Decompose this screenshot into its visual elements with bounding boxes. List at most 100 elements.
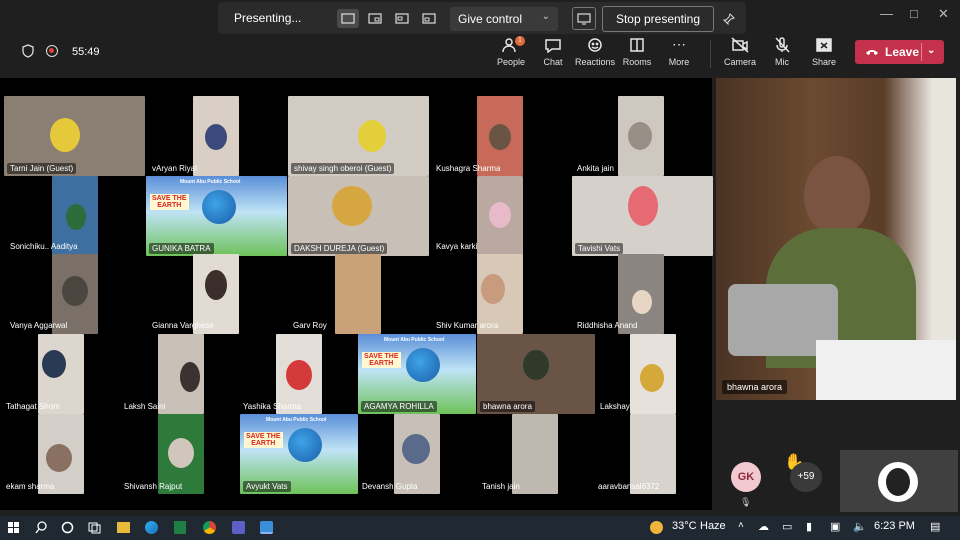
weather-temp[interactable]: 33°C: [672, 520, 697, 532]
mic-off-icon: [762, 37, 802, 55]
weather-text[interactable]: Haze: [700, 520, 726, 532]
cortana-icon[interactable]: [61, 521, 74, 534]
participant-tile[interactable]: Mount Abu Public School SAVE THE EARTH AG…: [358, 334, 476, 414]
reactions-icon: [575, 37, 615, 55]
participant-tile[interactable]: DAKSH DUREJA (Guest): [288, 176, 429, 256]
participant-name: Garv Roy: [293, 321, 327, 330]
participant-name: bhawna arora: [480, 401, 535, 412]
poster-school: Mount Abu Public School: [266, 417, 327, 423]
leave-button[interactable]: Leave ⌄: [855, 40, 944, 64]
cloud-icon[interactable]: ☁: [758, 520, 769, 533]
participant-name: Kavya karki: [436, 242, 478, 251]
chat-icon: [533, 37, 573, 55]
participant-name: Riddhisha Anand: [577, 321, 638, 330]
participant-tile[interactable]: Mount Abu Public School SAVE THE EARTH Av…: [240, 414, 358, 494]
clock-time[interactable]: 6:23 PM: [874, 520, 915, 532]
participant-tile[interactable]: [193, 96, 239, 176]
chevron-down-icon: ⌄: [541, 11, 550, 22]
participant-gallery: Tarni Jain (Guest) vAryan Riyal shivay s…: [0, 78, 713, 510]
spotlight-name: bhawna arora: [722, 380, 788, 394]
earth-graphic: [202, 190, 236, 224]
participant-tile[interactable]: [477, 176, 523, 256]
participant-tile[interactable]: Mount Abu Public School SAVE THE EARTH GU…: [146, 176, 287, 256]
edge-icon[interactable]: [145, 521, 158, 534]
search-icon[interactable]: [35, 521, 48, 534]
meeting-toolbar: 55:49 1 People Chat Reactions Rooms ⋯ Mo…: [0, 34, 960, 76]
task-view-icon[interactable]: [88, 521, 101, 534]
participant-tile[interactable]: shivay singh oberoi (Guest): [288, 96, 429, 176]
network-icon[interactable]: ▣: [830, 520, 840, 533]
more-button[interactable]: ⋯ More: [659, 37, 699, 67]
participant-name: Tarni Jain (Guest): [7, 163, 77, 174]
mic-button[interactable]: Mic: [762, 37, 802, 67]
give-control-label: Give control: [458, 12, 523, 26]
presenting-toolbar: Presenting... Give control ⌄ Stop presen…: [218, 2, 746, 34]
participant-name: Lakshay: [600, 402, 630, 411]
volume-icon[interactable]: 🔈: [853, 520, 867, 533]
file-explorer-icon[interactable]: [117, 522, 130, 533]
participant-name: Kushagra Sharma: [436, 164, 501, 173]
layout-standout-icon[interactable]: [364, 9, 386, 28]
participant-name: Laksh Saini: [124, 402, 166, 411]
mic-label: Mic: [775, 57, 789, 67]
participant-name: Yashika Sharma: [243, 402, 302, 411]
share-label: Share: [811, 57, 837, 67]
participant-tile[interactable]: bhawna arora: [477, 334, 595, 414]
reactions-button[interactable]: Reactions: [575, 37, 615, 67]
paper-sheet: [816, 340, 956, 400]
notifications-icon[interactable]: ▤: [930, 520, 940, 533]
minimize-icon[interactable]: —: [880, 6, 893, 21]
participant-name: Ankita jain: [577, 164, 614, 173]
leave-divider: [921, 43, 922, 61]
stop-presenting-button[interactable]: Stop presenting: [602, 6, 714, 32]
pin-icon[interactable]: [718, 9, 740, 28]
reactions-label: Reactions: [575, 57, 616, 67]
participant-name: Sonichiku.. Aaditya: [10, 242, 78, 251]
spotlight-video[interactable]: bhawna arora: [716, 78, 956, 400]
teams-icon[interactable]: [232, 521, 245, 534]
mic-off-icon: 🎙: [740, 497, 752, 507]
participant-tile[interactable]: [618, 96, 664, 176]
participant-tile[interactable]: [630, 334, 676, 414]
camera-button[interactable]: Camera: [720, 37, 760, 67]
layout-side-by-side-icon[interactable]: [391, 9, 413, 28]
poster-school: Mount Abu Public School: [180, 179, 241, 185]
close-icon[interactable]: ✕: [938, 6, 949, 22]
taskbar: 33°C Haze ˄ ☁ ▭ ▮ ▣ 🔈 6:23 PM ▤: [0, 516, 960, 540]
recording-icon: [46, 45, 58, 57]
participant-tile[interactable]: Tarni Jain (Guest): [4, 96, 145, 176]
chrome-icon[interactable]: [203, 521, 216, 534]
maximize-icon[interactable]: □: [910, 6, 918, 21]
participant-tile[interactable]: [335, 254, 381, 334]
include-computer-sound-icon[interactable]: [572, 7, 596, 30]
more-label: More: [668, 57, 690, 67]
chevron-up-icon[interactable]: ˄: [738, 520, 744, 531]
participant-name: vAryan Riyal: [152, 164, 197, 173]
people-label: People: [496, 57, 526, 67]
excel-icon[interactable]: [174, 521, 186, 534]
give-control-dropdown[interactable]: Give control ⌄: [450, 7, 558, 31]
earth-graphic: [288, 428, 322, 462]
rooms-icon: [617, 37, 657, 55]
chevron-down-icon[interactable]: ⌄: [927, 45, 935, 56]
participant-name: Devansh Gupta: [362, 482, 418, 491]
camera-off-icon: [720, 37, 760, 55]
participant-name: ekam sharma: [6, 482, 55, 491]
layout-content-only-icon[interactable]: [337, 9, 359, 28]
windows-start-icon[interactable]: [8, 522, 20, 534]
people-button[interactable]: 1 People: [491, 36, 531, 67]
battery-icon[interactable]: ▮: [806, 520, 812, 533]
chat-button[interactable]: Chat: [533, 37, 573, 67]
participant-name: Avyukt Vats: [243, 481, 291, 492]
share-button[interactable]: Share: [804, 37, 844, 67]
toolbar-divider: [710, 40, 711, 68]
poster-title: SAVE THE EARTH: [362, 352, 401, 368]
rooms-button[interactable]: Rooms: [617, 37, 657, 67]
avatar[interactable]: GK: [731, 462, 761, 492]
active-app-icon[interactable]: [260, 521, 273, 534]
participant-tile[interactable]: Tavishi Vats: [572, 176, 713, 256]
participant-name: shivay singh oberoi (Guest): [291, 163, 395, 174]
layout-reporter-icon[interactable]: [418, 9, 440, 28]
phone-link-icon[interactable]: ▭: [782, 520, 792, 533]
overflow-participants-button[interactable]: +59: [790, 462, 822, 492]
